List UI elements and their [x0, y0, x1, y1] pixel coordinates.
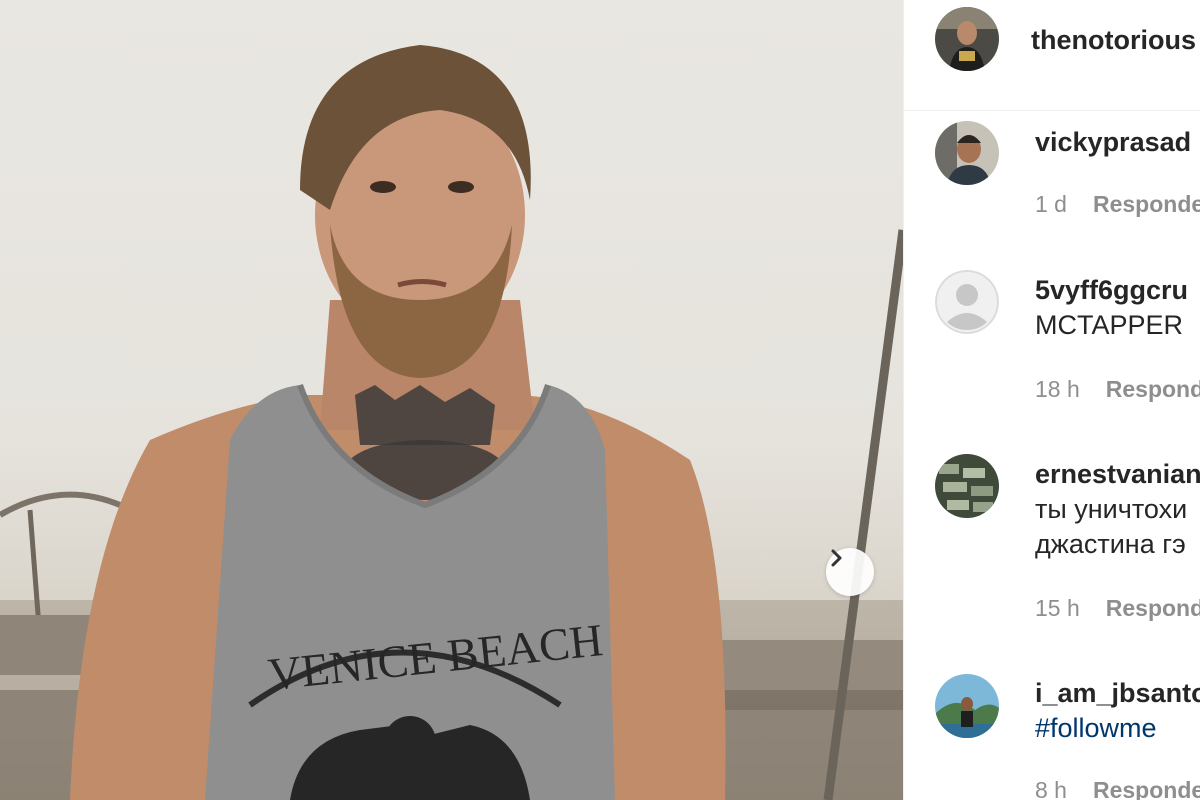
default-avatar-icon	[935, 270, 999, 334]
comment-hashtag[interactable]: #followme	[1035, 711, 1157, 745]
reply-button[interactable]: Responde	[1093, 777, 1200, 800]
reply-button[interactable]: Responde	[1106, 376, 1200, 402]
photo-illustration: VENICE BEACH	[0, 45, 903, 800]
comment-time: 8 h	[1035, 777, 1067, 800]
comment-username[interactable]: vickyprasad	[1035, 127, 1191, 158]
comment-meta: 1 d Responde	[1035, 191, 1200, 218]
comment-username[interactable]: ernestvanian	[1035, 459, 1200, 490]
comment-text: MCTAPPER	[1035, 310, 1184, 340]
comment-username[interactable]: i_am_jbsanto	[1035, 678, 1200, 709]
chevron-right-icon	[831, 549, 842, 567]
comment-text-line: ты уничтохи	[1035, 494, 1188, 524]
comment-time: 1 d	[1035, 191, 1067, 217]
comment-time: 18 h	[1035, 376, 1080, 402]
comment-username[interactable]: 5vyff6ggcru	[1035, 275, 1188, 306]
post-photo[interactable]: VENICE BEACH	[0, 0, 903, 800]
comment-time: 15 h	[1035, 595, 1080, 621]
comment-meta: 18 h Responde	[1035, 376, 1200, 403]
next-image-button[interactable]	[826, 548, 874, 596]
commenter-avatar[interactable]	[935, 454, 999, 518]
commenter-avatar[interactable]	[935, 674, 999, 738]
author-username[interactable]: thenotorious	[1031, 25, 1196, 56]
post-side-panel: thenotorious vickyprasad 1 d Responde 5v…	[904, 0, 1200, 800]
reply-button[interactable]: Responde	[1093, 191, 1200, 217]
commenter-avatar[interactable]	[935, 270, 999, 334]
comment-meta: 15 h Responde	[1035, 595, 1200, 622]
comment-text-line: джастина гэ	[1035, 529, 1186, 559]
post-header: thenotorious	[904, 0, 1200, 111]
reply-button[interactable]: Responde	[1106, 595, 1200, 621]
commenter-avatar[interactable]	[935, 121, 999, 185]
author-avatar[interactable]	[935, 7, 999, 71]
comment-meta: 8 h Responde	[1035, 777, 1200, 800]
